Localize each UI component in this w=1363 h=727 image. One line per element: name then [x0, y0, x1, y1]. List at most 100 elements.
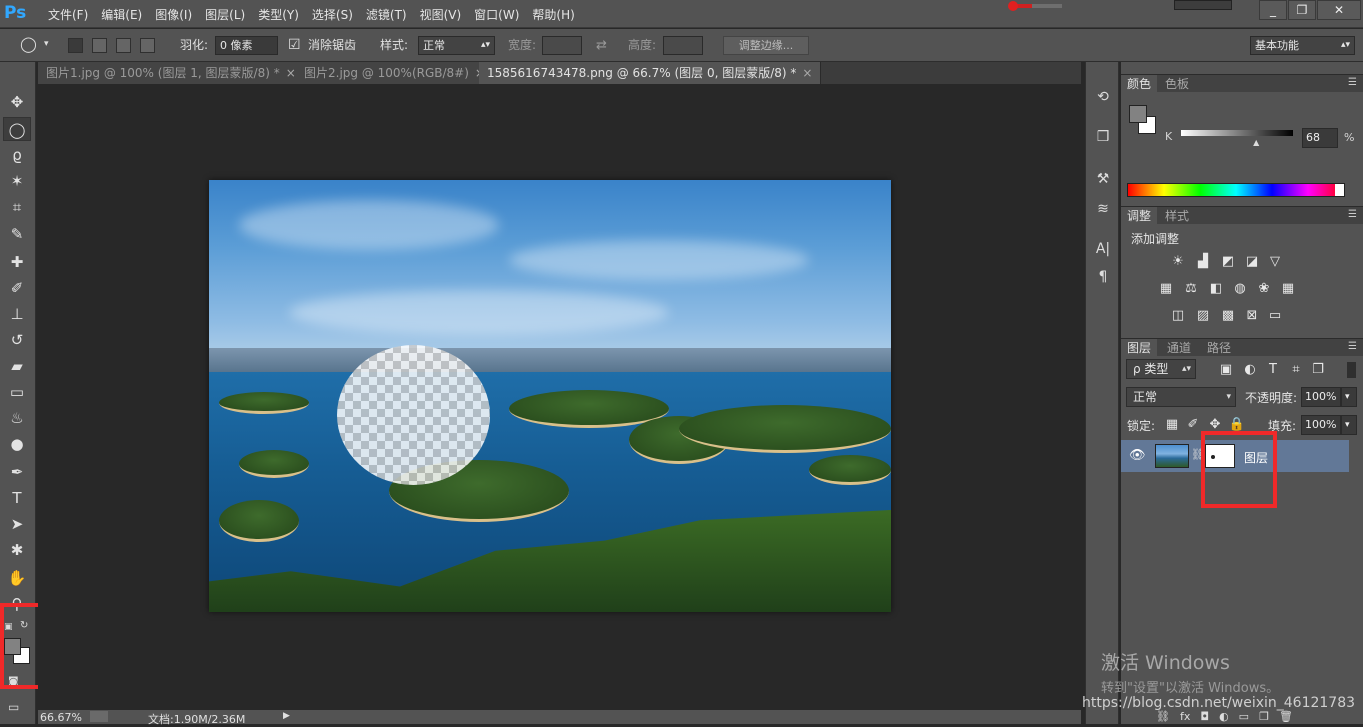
fill-input[interactable]: 100% [1301, 415, 1341, 435]
screen-mode-icon[interactable]: ▭ [8, 700, 19, 714]
hue-saturation-icon[interactable]: ▦ [1157, 281, 1175, 297]
lasso-tool-icon[interactable]: ϱ [3, 143, 31, 167]
minimize-button[interactable]: _ [1259, 0, 1287, 20]
color-spectrum[interactable] [1127, 183, 1345, 197]
red-slider[interactable] [1008, 1, 1062, 11]
hand-tool-icon[interactable]: ✋ [3, 566, 31, 590]
intersect-selection-icon[interactable] [140, 38, 155, 53]
paragraph-icon[interactable]: ¶ [1091, 266, 1115, 288]
channel-mixer-icon[interactable]: ❀ [1255, 281, 1273, 297]
vibrance-icon[interactable]: ▽ [1266, 254, 1284, 270]
new-group-icon[interactable]: ▭ [1239, 710, 1249, 723]
gradient-map-icon[interactable]: ▭ [1266, 308, 1284, 324]
filter-toggle[interactable] [1347, 362, 1356, 378]
menu-filter[interactable]: 滤镜(T) [362, 6, 411, 23]
menu-image[interactable]: 图像(I) [151, 6, 196, 23]
close-button[interactable]: ✕ [1317, 0, 1361, 20]
k-value-input[interactable]: 68 [1302, 128, 1338, 148]
new-layer-icon[interactable]: ❐ [1259, 710, 1269, 723]
eraser-tool-icon[interactable]: ▰ [3, 354, 31, 378]
style-select[interactable]: 正常 ▴▾ [418, 36, 495, 55]
tab-adjustments[interactable]: 调整 [1121, 207, 1158, 225]
refine-edge-button[interactable]: 调整边缘... [723, 36, 809, 55]
menu-help[interactable]: 帮助(H) [528, 6, 578, 23]
close-icon[interactable]: × [802, 66, 812, 80]
layer-thumbnail[interactable] [1155, 444, 1189, 468]
tab-swatches[interactable]: 色板 [1159, 75, 1195, 93]
brush-presets-icon[interactable]: ⚒ [1091, 168, 1115, 190]
zoom-level[interactable]: 66.67% [40, 711, 82, 724]
healing-brush-tool-icon[interactable]: ✚ [3, 250, 31, 274]
magic-wand-tool-icon[interactable]: ✶ [3, 169, 31, 193]
k-slider[interactable] [1181, 130, 1293, 136]
levels-icon[interactable]: ▟ [1194, 254, 1212, 270]
feather-input[interactable]: 0 像素 [215, 36, 278, 55]
curves-icon[interactable]: ◩ [1219, 254, 1237, 270]
chevron-down-icon[interactable]: ▾ [44, 35, 49, 54]
shape-tool-icon[interactable]: ✱ [3, 538, 31, 562]
selective-color-icon[interactable]: ⊠ [1243, 308, 1261, 324]
tab-layers[interactable]: 图层 [1121, 339, 1158, 357]
tab-color[interactable]: 颜色 [1121, 75, 1158, 93]
filter-adjust-icon[interactable]: ◐ [1241, 362, 1259, 378]
3d-icon[interactable]: ❒ [1091, 126, 1115, 148]
exposure-icon[interactable]: ◪ [1243, 254, 1261, 270]
menu-window[interactable]: 窗口(W) [470, 6, 523, 23]
lock-transparent-icon[interactable]: ▦ [1163, 417, 1181, 433]
threshold-icon[interactable]: ▩ [1219, 308, 1237, 324]
crop-tool-icon[interactable]: ⌗ [3, 195, 31, 219]
delete-layer-icon[interactable]: 🗑 [1279, 710, 1293, 723]
panel-menu-icon[interactable]: ☰ [1348, 341, 1357, 352]
path-select-tool-icon[interactable]: ➤ [3, 512, 31, 536]
swap-icon[interactable]: ⇄ [596, 36, 607, 55]
width-input[interactable] [542, 36, 582, 55]
menu-layer[interactable]: 图层(L) [201, 6, 249, 23]
tab-image2[interactable]: 图片2.jpg @ 100%(RGB/8#)× [296, 62, 494, 84]
layer-filter-select[interactable]: ρ 类型 ▴▾ [1126, 359, 1196, 379]
panel-menu-icon[interactable]: ☰ [1348, 77, 1357, 88]
brush-tool-icon[interactable]: ✐ [3, 276, 31, 300]
menu-select[interactable]: 选择(S) [308, 6, 357, 23]
panel-menu-icon[interactable]: ☰ [1348, 209, 1357, 220]
menu-edit[interactable]: 编辑(E) [97, 6, 146, 23]
tab-styles[interactable]: 样式 [1159, 207, 1195, 225]
pen-tool-icon[interactable]: ✒ [3, 460, 31, 484]
menu-view[interactable]: 视图(V) [416, 6, 466, 23]
blend-mode-select[interactable]: 正常 ▾ [1126, 387, 1236, 407]
blur-tool-icon[interactable]: ♨ [3, 406, 31, 430]
restore-button[interactable]: ❐ [1288, 0, 1316, 20]
opacity-dropdown-icon[interactable]: ▾ [1341, 387, 1357, 407]
document-image[interactable] [209, 180, 891, 612]
height-input[interactable] [663, 36, 703, 55]
link-layers-icon[interactable]: ⛓ [1156, 710, 1170, 723]
posterize-icon[interactable]: ▨ [1194, 308, 1212, 324]
subtract-selection-icon[interactable] [116, 38, 131, 53]
fg-color-swatch[interactable] [1129, 105, 1147, 123]
workspace-select[interactable]: 基本功能 ▴▾ [1250, 36, 1355, 55]
invert-icon[interactable]: ◫ [1169, 308, 1187, 324]
dodge-tool-icon[interactable]: ● [3, 432, 31, 456]
filter-pixel-icon[interactable]: ▣ [1217, 362, 1235, 378]
new-adjustment-icon[interactable]: ◐ [1219, 710, 1229, 723]
history-brush-tool-icon[interactable]: ↺ [3, 328, 31, 352]
tab-active-png[interactable]: 1585616743478.png @ 66.7% (图层 0, 图层蒙版/8)… [479, 62, 822, 84]
color-balance-icon[interactable]: ⚖ [1182, 281, 1200, 297]
character-icon[interactable]: A| [1091, 238, 1115, 260]
tab-channels[interactable]: 通道 [1161, 339, 1197, 357]
tab-image1[interactable]: 图片1.jpg @ 100% (图层 1, 图层蒙版/8) * × [38, 62, 305, 84]
history-icon[interactable]: ⟲ [1091, 86, 1115, 108]
tab-paths[interactable]: 路径 [1201, 339, 1237, 357]
brightness-icon[interactable]: ☀ [1169, 254, 1187, 270]
close-icon[interactable]: × [286, 66, 296, 80]
lock-paint-icon[interactable]: ✐ [1184, 417, 1202, 433]
photo-filter-icon[interactable]: ◍ [1231, 281, 1249, 297]
status-menu-icon[interactable]: ▶ [283, 711, 290, 721]
filter-smart-icon[interactable]: ❐ [1309, 362, 1327, 378]
color-lookup-icon[interactable]: ▦ [1279, 281, 1297, 297]
fill-dropdown-icon[interactable]: ▾ [1341, 415, 1357, 435]
add-mask-icon[interactable]: ◘ [1200, 710, 1209, 723]
k-slider-thumb[interactable]: ▲ [1253, 138, 1259, 147]
menu-type[interactable]: 类型(Y) [254, 6, 303, 23]
fx-icon[interactable]: fx [1180, 710, 1190, 723]
ellipse-marquee-icon[interactable]: ◯ [20, 35, 37, 54]
